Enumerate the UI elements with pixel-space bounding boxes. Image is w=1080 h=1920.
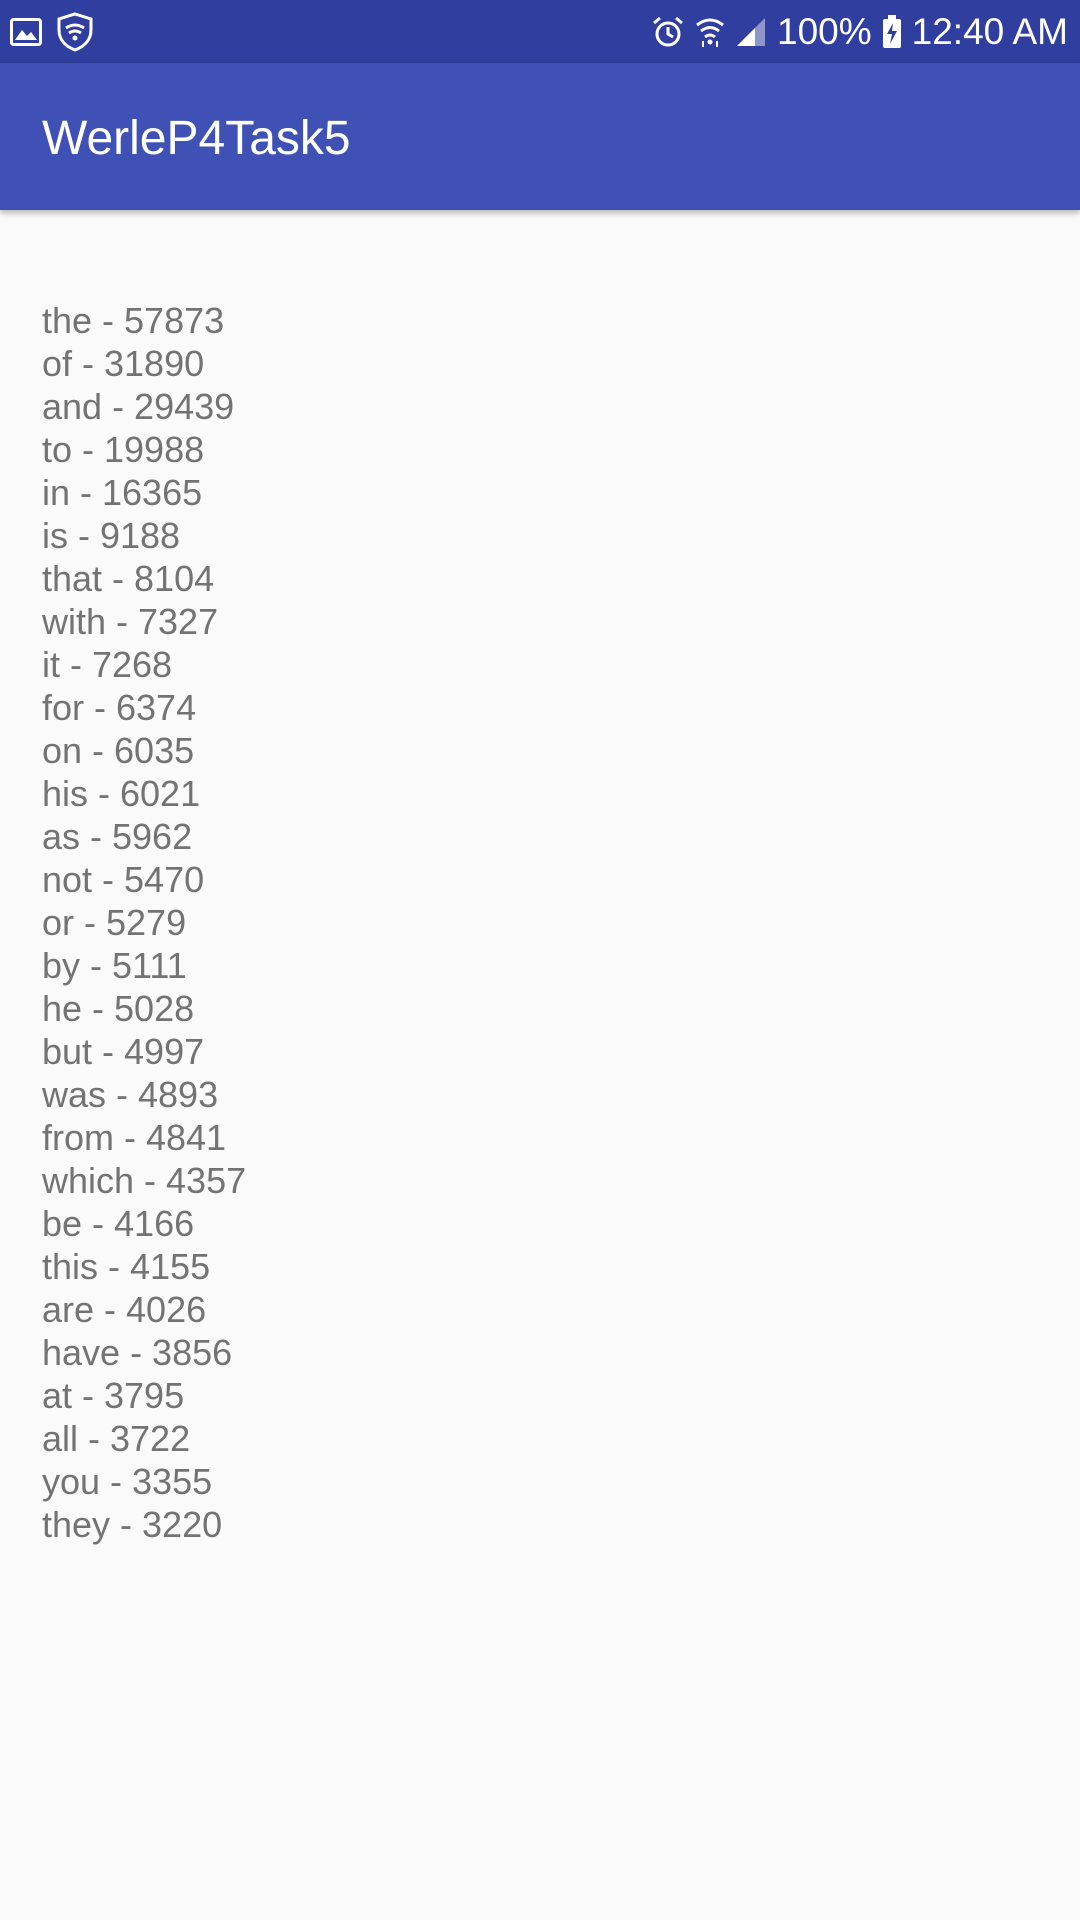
list-item: by - 5111 [42,945,187,986]
list-item: but - 4997 [42,1031,205,1072]
list-item: the - 57873 [42,300,225,341]
list-item: of - 31890 [42,343,205,384]
battery-charging-icon [882,15,902,49]
list-item: be - 4166 [42,1203,195,1244]
app-title: WerleP4Task5 [42,112,351,165]
battery-percent: 100% [777,11,872,52]
image-icon [10,18,42,46]
list-item: for - 6374 [42,687,197,728]
list-item: that - 8104 [42,558,215,599]
list-item: you - 3355 [42,1461,213,1502]
list-item: all - 3722 [42,1418,191,1459]
list-item: as - 5962 [42,816,193,857]
list-item: at - 3795 [42,1375,185,1416]
list-item: which - 4357 [42,1160,247,1201]
list-item: to - 19988 [42,429,205,470]
list-item: he - 5028 [42,988,195,1029]
app-bar: WerleP4Task5 [0,63,1080,210]
list-item: have - 3856 [42,1332,233,1373]
alarm-icon [651,15,685,49]
list-item: they - 3220 [42,1504,223,1545]
status-left-icons [10,12,94,52]
list-item: or - 5279 [42,902,187,943]
wifi-icon [695,15,725,49]
list-item: was - 4893 [42,1074,219,1115]
list-item: with - 7327 [42,601,219,642]
shield-icon [56,12,94,52]
list-item: on - 6035 [42,730,195,771]
signal-icon [735,16,767,48]
list-item: in - 16365 [42,472,203,513]
list-item: his - 6021 [42,773,201,814]
list-item: is - 9188 [42,515,181,556]
list-item: not - 5470 [42,859,205,900]
list-item: are - 4026 [42,1289,207,1330]
list-item: it - 7268 [42,644,173,685]
list-item: this - 4155 [42,1246,211,1287]
list-item: and - 29439 [42,386,235,427]
clock: 12:40 AM [911,11,1068,52]
word-count-list: the - 57873 of - 31890 and - 29439 to - 199… [42,299,246,1546]
status-right-icons: 100% 12:40 AM [651,10,1068,54]
list-item: from - 4841 [42,1117,227,1158]
status-bar: 100% 12:40 AM [0,0,1080,63]
